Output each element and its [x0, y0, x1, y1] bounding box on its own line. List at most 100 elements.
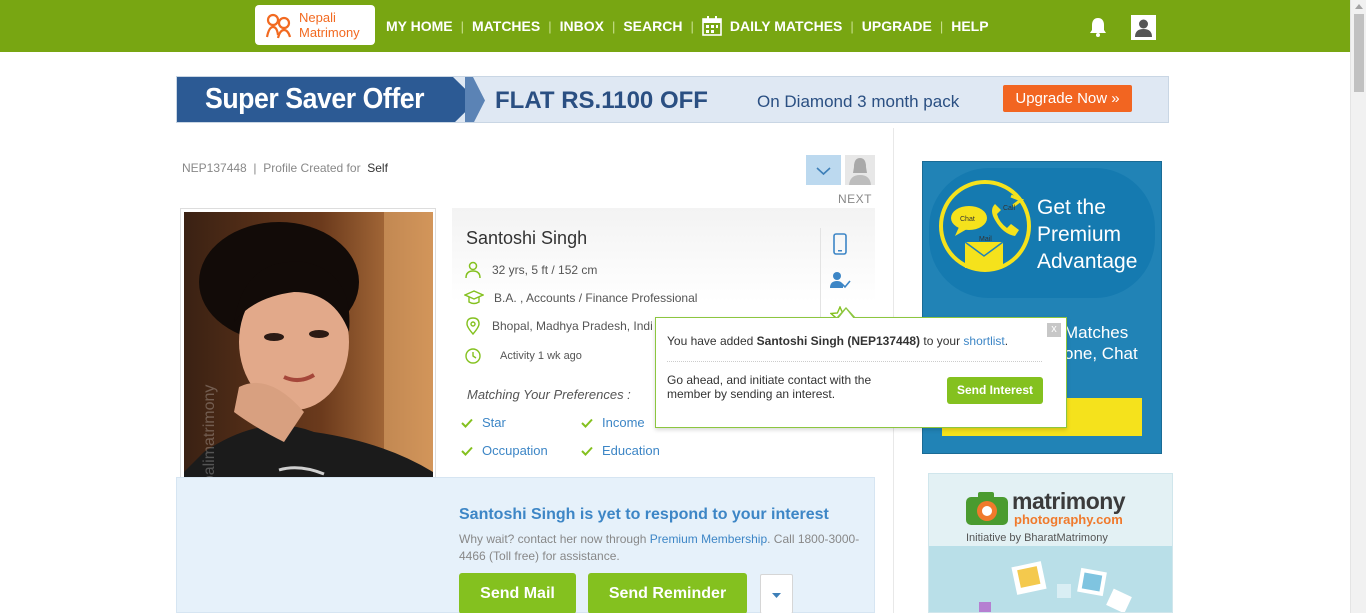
profile-id: NEP137448 [182, 161, 247, 175]
nav-my-home[interactable]: MY HOME [378, 18, 461, 34]
interest-status-panel: Santoshi Singh is yet to respond to your… [176, 477, 875, 613]
activity-row: Activity 1 wk ago [464, 347, 582, 365]
send-mail-button[interactable]: Send Mail [459, 573, 576, 613]
shortlist-link[interactable]: shortlist [963, 334, 1004, 348]
match-star: Star [461, 415, 506, 430]
premium-ad-text-line1: Matches [1064, 323, 1129, 342]
check-icon [581, 418, 593, 428]
send-interest-button[interactable]: Send Interest [947, 377, 1043, 404]
activity: Activity 1 wk ago [500, 350, 582, 362]
match-education-label: Education [602, 443, 660, 458]
match-occupation-label: Occupation [482, 443, 548, 458]
camera-logo-icon [966, 492, 1008, 525]
shortlist-confirmation-popup: x You have added Santoshi Singh (NEP1374… [655, 307, 1067, 428]
profile-created-for-label: Profile Created for [263, 161, 361, 175]
matching-preferences-title: Matching Your Preferences : [467, 387, 631, 402]
verified-profile-button[interactable] [820, 260, 860, 300]
matrimony-photography-ad[interactable]: matrimony photography.com Initiative by … [928, 473, 1173, 613]
profile-name: Santoshi Singh [466, 228, 588, 248]
interest-text-before: Why wait? contact her now through [459, 532, 650, 546]
user-silhouette-icon [1135, 19, 1152, 37]
match-occupation: Occupation [461, 443, 548, 458]
profile-photo-image: nepalimatrimony [184, 212, 433, 514]
nav-upgrade[interactable]: UPGRADE [854, 18, 940, 34]
education-row: B.A. , Accounts / Finance Professional [464, 289, 697, 307]
nav-help[interactable]: HELP [943, 18, 996, 34]
site-logo[interactable]: Nepali Matrimony [255, 5, 375, 45]
photo-ad-tagline: Initiative by BharatMatrimony [966, 532, 1108, 544]
match-star-label: Star [482, 415, 506, 430]
send-reminder-button[interactable]: Send Reminder [588, 573, 747, 613]
send-interest-prompt: Go ahead, and initiate contact with the … [667, 373, 872, 401]
premium-ad-text-line3: l [1064, 364, 1138, 385]
next-profile-link[interactable]: NEXT [838, 192, 872, 206]
shortlist-msg-before: You have added [667, 334, 757, 348]
mobile-contact-button[interactable] [820, 224, 860, 264]
location: Bhopal, Madhya Pradesh, Indi [492, 319, 653, 333]
check-icon [581, 446, 593, 456]
nav-inbox[interactable]: INBOX [552, 18, 612, 34]
logo-hearts-icon [265, 13, 292, 39]
profile-created-for: Self [367, 161, 388, 175]
match-education: Education [581, 443, 660, 458]
close-icon[interactable]: x [1047, 323, 1061, 337]
location-row: Bhopal, Madhya Pradesh, Indi [464, 317, 653, 335]
photo-collage-image [979, 561, 1132, 612]
age-height-row: 32 yrs, 5 ft / 152 cm [464, 261, 597, 279]
match-income: Income [581, 415, 645, 430]
offer-discount: FLAT RS.1100 OFF [495, 87, 708, 114]
upgrade-now-button[interactable]: Upgrade Now » [1003, 85, 1132, 112]
offer-banner: Super Saver Offer FLAT RS.1100 OFF On Di… [176, 76, 1169, 123]
person-icon [465, 261, 481, 279]
offer-banner-arrow [465, 77, 485, 122]
education: B.A. , Accounts / Finance Professional [494, 291, 698, 305]
offer-title: Super Saver Offer [205, 83, 425, 115]
premium-ad-title: Get the Premium Advantage [1037, 196, 1138, 273]
location-pin-icon [466, 317, 480, 335]
match-income-label: Income [602, 415, 645, 430]
scroll-up-arrow-icon[interactable] [1355, 4, 1363, 9]
mobile-phone-icon [833, 233, 847, 255]
nav-daily-matches[interactable]: DAILY MATCHES [694, 16, 851, 36]
check-icon [461, 418, 473, 428]
page-scrollbar[interactable] [1350, 0, 1366, 613]
nav-daily-matches-label: DAILY MATCHES [729, 18, 843, 34]
profile-options-dropdown[interactable] [806, 155, 841, 185]
scroll-thumb[interactable] [1354, 14, 1364, 92]
nav-search[interactable]: SEARCH [615, 18, 690, 34]
top-navigation-bar: Nepali Matrimony MY HOME | MATCHES | INB… [0, 0, 1350, 52]
interest-status-title: Santoshi Singh is yet to respond to your… [459, 506, 829, 523]
chevron-down-icon [816, 167, 831, 176]
interest-status-text: Why wait? contact her now through Premiu… [459, 531, 869, 565]
offer-subtitle: On Diamond 3 month pack [757, 92, 960, 111]
call-label: Call [1003, 205, 1016, 212]
next-profile-thumbnail[interactable] [845, 155, 875, 185]
main-nav: MY HOME | MATCHES | INBOX | SEARCH | DAI… [378, 0, 997, 52]
more-actions-dropdown[interactable] [760, 574, 793, 613]
calendar-icon [702, 16, 722, 36]
popup-divider [667, 361, 1042, 362]
premium-ad-text-line2: one, Chat [1064, 344, 1138, 363]
mail-label: Mail [979, 236, 992, 243]
meta-separator: | [253, 161, 257, 175]
chat-call-mail-icon: Chat Call Mail [951, 194, 1025, 268]
nav-matches[interactable]: MATCHES [464, 18, 548, 34]
shortlist-msg-mid: to your [920, 334, 964, 348]
user-verified-icon [830, 272, 851, 289]
graduation-cap-icon [464, 290, 484, 305]
age-height: 32 yrs, 5 ft / 152 cm [492, 263, 598, 277]
premium-ad-text: Matches one, Chat l [1064, 322, 1138, 385]
logo-text: Nepali Matrimony [299, 10, 360, 40]
notification-bell-icon[interactable] [1089, 17, 1107, 37]
shortlist-msg-end: . [1004, 334, 1009, 348]
logo-text-line1: Nepali [299, 10, 336, 25]
profile-photo[interactable]: nepalimatrimony [184, 212, 433, 514]
clock-icon [465, 348, 481, 364]
logo-text-line2: Matrimony [299, 25, 360, 40]
female-silhouette-icon [849, 158, 871, 185]
user-avatar[interactable] [1131, 15, 1156, 40]
popup-caret-inner [838, 309, 854, 319]
photo-ad-subtitle: photography.com [1014, 512, 1123, 527]
check-icon [461, 446, 473, 456]
premium-membership-link[interactable]: Premium Membership [650, 532, 767, 546]
